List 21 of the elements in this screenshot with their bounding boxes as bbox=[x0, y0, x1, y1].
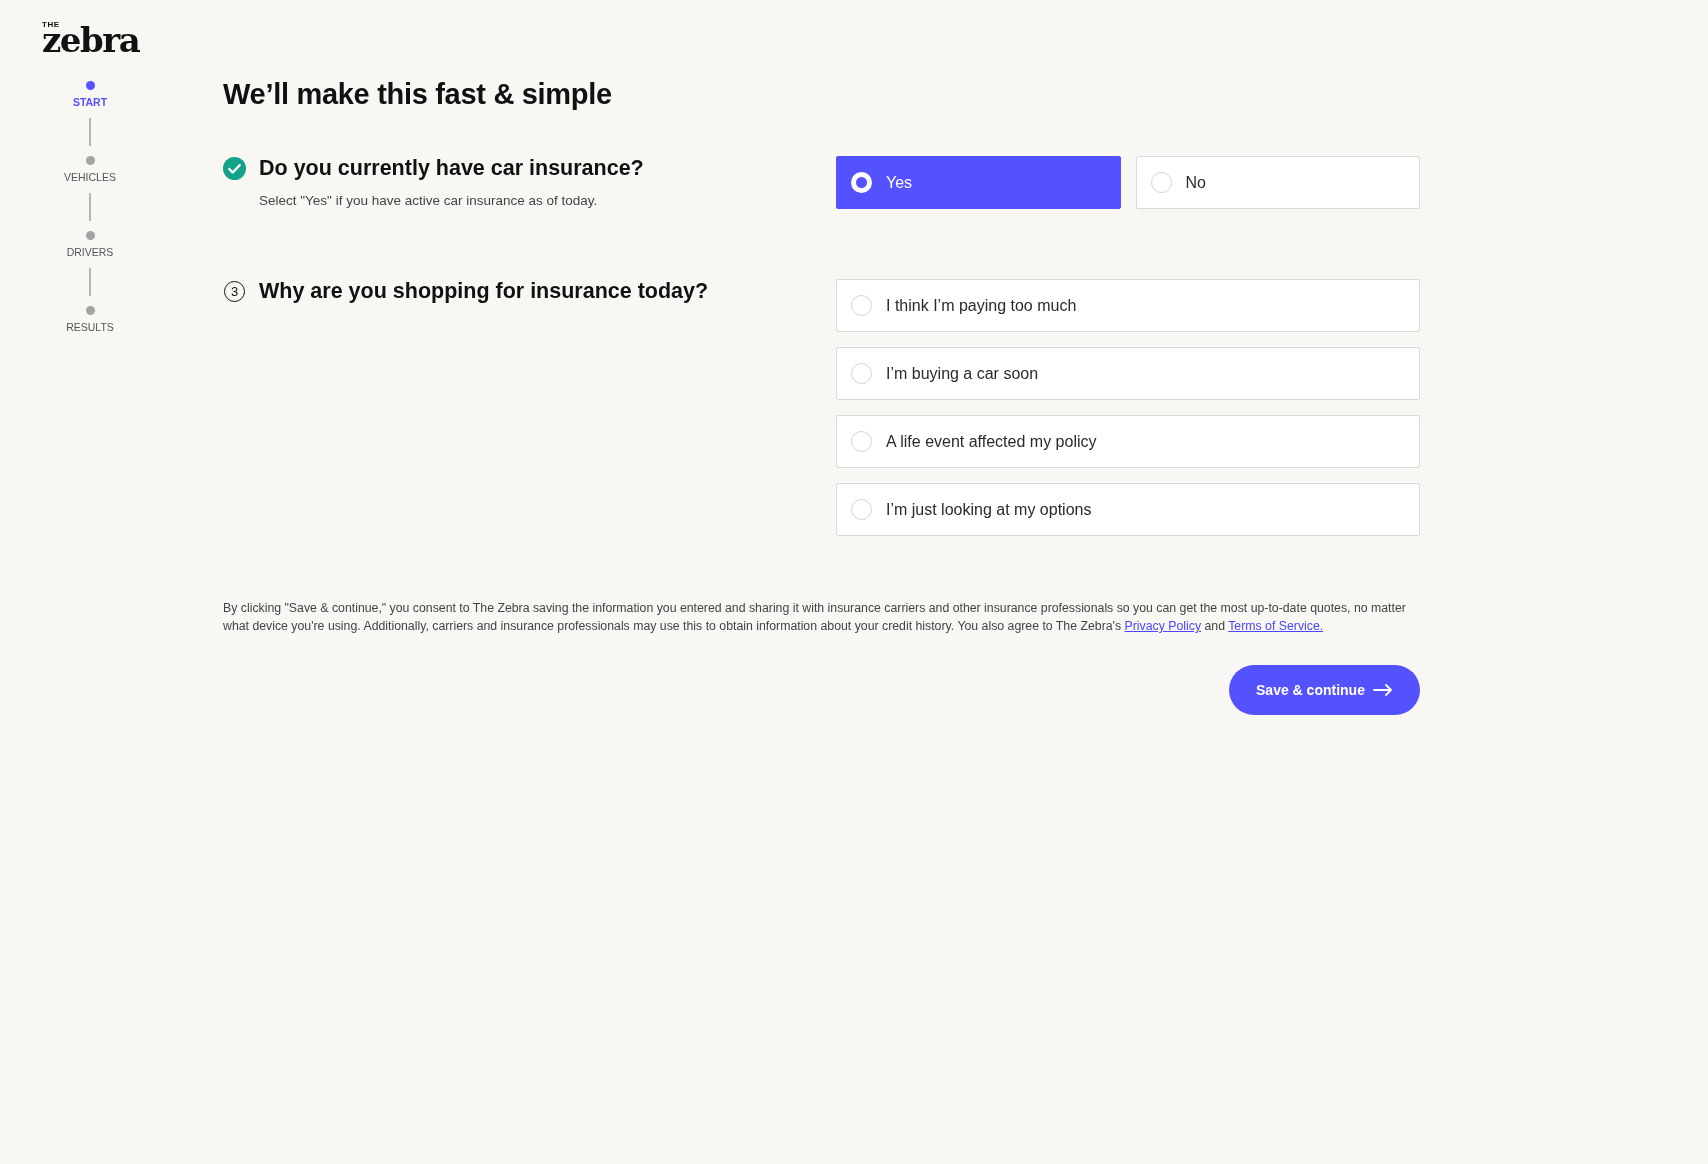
privacy-policy-link[interactable]: Privacy Policy bbox=[1124, 619, 1202, 633]
step-label: DRIVERS bbox=[66, 246, 114, 259]
answer-option[interactable]: A life event affected my policy bbox=[836, 415, 1420, 468]
consent-text: By clicking "Save & continue," you consent to The Zebra saving the information you entered and sharing it with insurance carriers and other insurance professionals so you can get the most up-to-date quotes, no matter what device you're using. Additionally, carriers and insurance professionals may use this to obtain information about your credit history. You also agree to The Zebra's Privacy Policy and Terms of Service. bbox=[223, 600, 1407, 635]
answer-option[interactable]: Yes bbox=[836, 156, 1121, 209]
question-text: Why are you shopping for insurance today? bbox=[259, 279, 709, 304]
answer-option[interactable]: I’m just looking at my options bbox=[836, 483, 1420, 536]
answer-option[interactable]: I think I’m paying too much bbox=[836, 279, 1420, 332]
check-circle-icon bbox=[223, 157, 246, 180]
step-label: RESULTS bbox=[66, 321, 114, 334]
step-label: VEHICLES bbox=[64, 171, 116, 184]
save-continue-button[interactable]: Save & continue bbox=[1229, 665, 1420, 715]
answer-option[interactable]: I’m buying a car soon bbox=[836, 347, 1420, 400]
terms-of-service-link[interactable]: Terms of Service. bbox=[1228, 619, 1324, 633]
page-title: We’ll make this fast & simple bbox=[223, 78, 613, 111]
question-hint: Select "Yes" if you have active car insurance as of today. bbox=[259, 193, 599, 208]
answer-option[interactable]: No bbox=[1135, 156, 1420, 209]
arrow-right-icon bbox=[1372, 684, 1393, 696]
step-label: START bbox=[72, 96, 108, 109]
question-text: Do you currently have car insurance? bbox=[259, 156, 644, 181]
logo[interactable]: THEzebra bbox=[42, 21, 140, 53]
